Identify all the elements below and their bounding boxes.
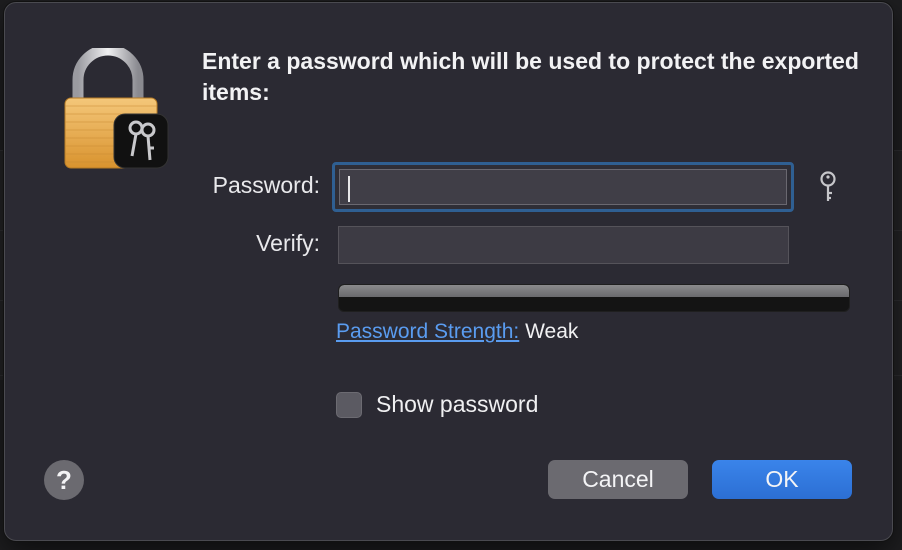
show-password-row[interactable]: Show password [336, 391, 538, 418]
password-strength-row: Password Strength: Weak [336, 320, 578, 344]
key-icon[interactable] [815, 170, 841, 204]
password-strength-meter [338, 284, 850, 312]
password-strength-value: Weak [525, 320, 579, 343]
password-label: Password: [212, 172, 320, 198]
cancel-button[interactable]: Cancel [548, 460, 688, 499]
text-cursor [348, 176, 350, 202]
show-password-checkbox[interactable] [336, 391, 362, 418]
password-field[interactable] [332, 162, 794, 212]
password-input[interactable] [339, 169, 787, 205]
show-password-label[interactable]: Show password [376, 391, 538, 418]
password-strength-link[interactable]: Password Strength: [336, 320, 519, 343]
keychain-lock-icon [64, 48, 169, 169]
ok-button[interactable]: OK [712, 460, 852, 499]
help-button[interactable]: ? [44, 460, 84, 500]
dialog-title: Enter a password which will be used to p… [202, 48, 859, 105]
strength-meter-fill [339, 285, 849, 297]
verify-label: Verify: [256, 230, 320, 256]
verify-field[interactable] [338, 226, 789, 264]
